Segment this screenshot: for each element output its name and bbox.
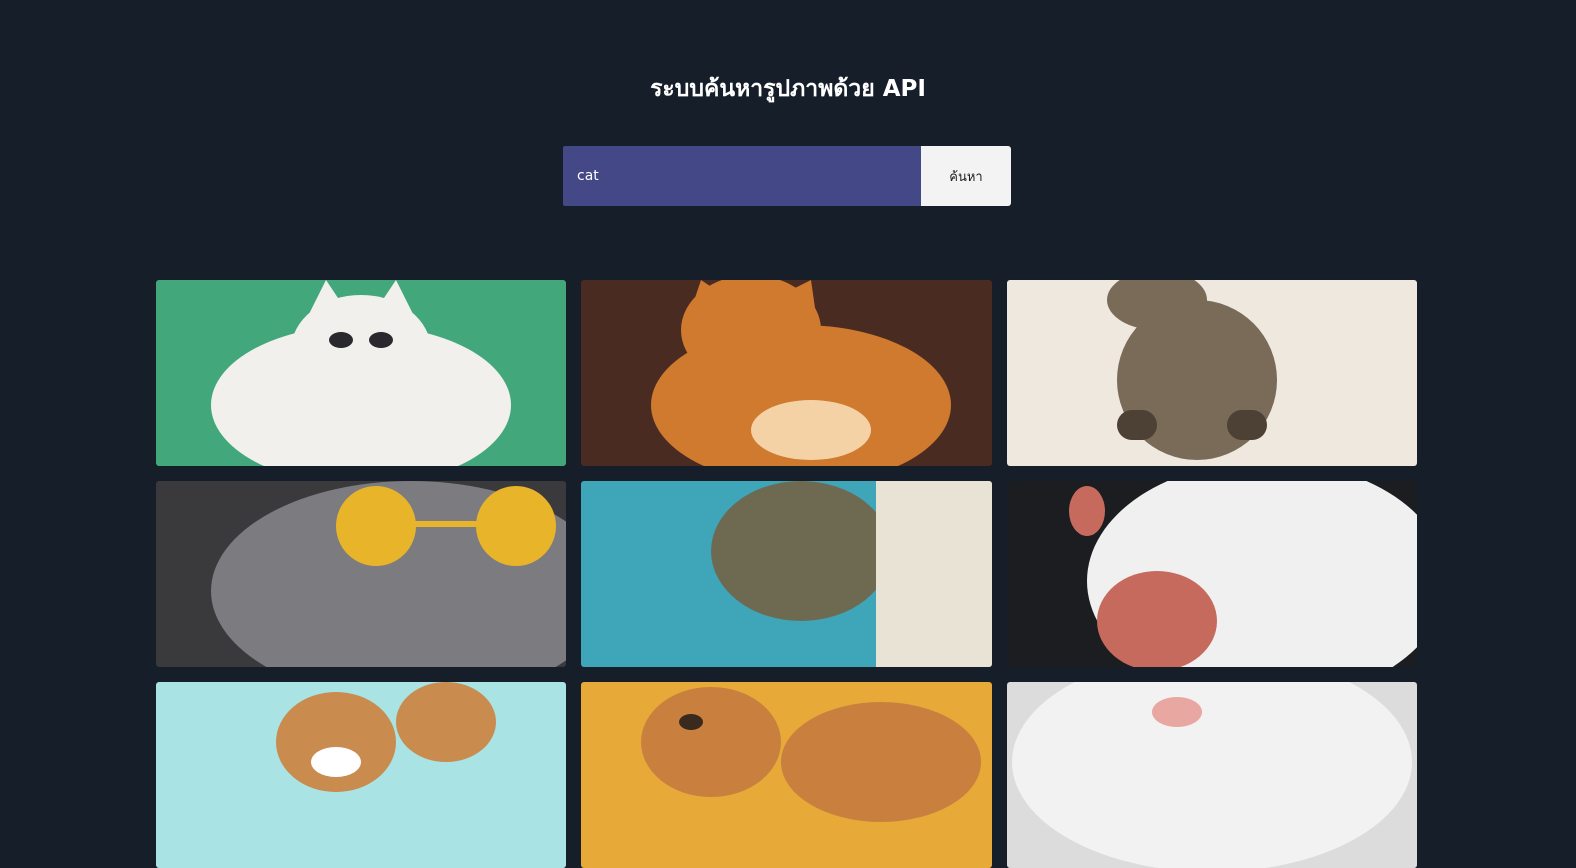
image-results-grid [156,280,1417,868]
search-input[interactable] [563,146,921,206]
image-result[interactable] [1007,280,1417,466]
image-result[interactable] [581,682,992,868]
cat-photo-4 [156,481,566,667]
image-result[interactable] [1007,481,1417,667]
cat-photo-7 [156,682,566,868]
cat-photo-5 [581,481,992,667]
search-bar: ค้นหา [563,146,1011,206]
cat-photo-1 [156,280,566,466]
cat-photo-9 [1007,682,1417,868]
search-button[interactable]: ค้นหา [921,146,1011,206]
cat-photo-6 [1007,481,1417,667]
cat-photo-2 [581,280,992,466]
image-result[interactable] [1007,682,1417,868]
image-result[interactable] [156,481,566,667]
image-result[interactable] [156,280,566,466]
page-title: ระบบค้นหารูปภาพด้วย API [650,76,926,102]
cat-photo-8 [581,682,992,868]
cat-photo-3 [1007,280,1417,466]
image-result[interactable] [581,481,992,667]
image-result[interactable] [156,682,566,868]
image-result[interactable] [581,280,992,466]
